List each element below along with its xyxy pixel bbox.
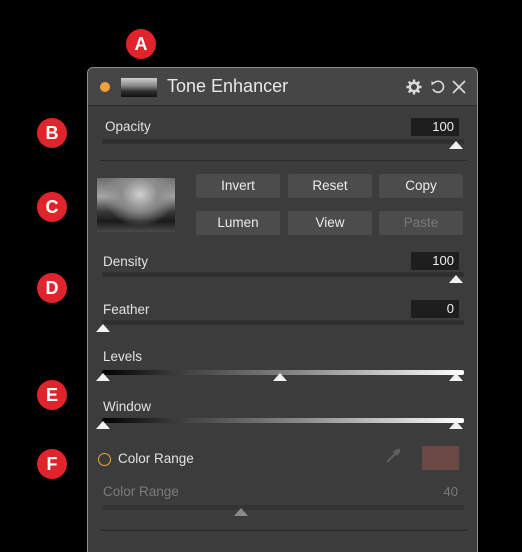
density-label: Density (103, 254, 149, 269)
gear-icon[interactable] (406, 79, 422, 95)
opacity-label: Opacity (105, 119, 151, 134)
levels-midtone-handle[interactable] (273, 373, 287, 381)
divider (100, 530, 467, 531)
callout-marker-f: F (37, 449, 67, 479)
levels-black-handle[interactable] (96, 373, 110, 381)
window-label: Window (103, 399, 152, 414)
density-slider-track[interactable] (102, 272, 464, 277)
color-range-slider-label: Color Range (103, 484, 179, 499)
callout-marker-b: B (37, 118, 67, 148)
tone-enhancer-panel: Tone Enhancer Opacity 100 Invert Reset C… (87, 67, 478, 552)
density-value-field[interactable]: 100 (411, 252, 459, 270)
callout-marker-a: A (126, 29, 156, 59)
color-range-slider-handle[interactable] (234, 508, 248, 516)
feather-value-field[interactable]: 0 (411, 300, 459, 318)
mask-thumbnail[interactable] (97, 178, 175, 232)
panel-title: Tone Enhancer (167, 76, 289, 96)
window-low-handle[interactable] (96, 421, 110, 429)
reset-button[interactable]: Reset (288, 174, 372, 198)
callout-marker-c: C (37, 192, 67, 222)
close-icon[interactable] (452, 80, 466, 94)
layer-thumbnail (121, 78, 157, 97)
view-button[interactable]: View (288, 211, 372, 235)
feather-slider-track[interactable] (102, 320, 464, 325)
levels-white-handle[interactable] (449, 373, 463, 381)
opacity-value-field[interactable]: 100 (411, 118, 459, 136)
color-range-slider-track[interactable] (102, 505, 464, 510)
color-range-toggle-label[interactable]: Color Range (118, 451, 194, 466)
copy-button[interactable]: Copy (379, 174, 463, 198)
opacity-slider-handle[interactable] (449, 141, 463, 149)
color-range-swatch[interactable] (422, 446, 459, 470)
paste-button[interactable]: Paste (379, 211, 463, 235)
status-dot-icon[interactable] (100, 82, 110, 92)
lumen-button[interactable]: Lumen (196, 211, 280, 235)
color-range-value[interactable]: 40 (418, 484, 458, 499)
color-range-toggle-icon[interactable] (98, 453, 111, 466)
invert-button[interactable]: Invert (196, 174, 280, 198)
window-slider-track[interactable] (102, 418, 464, 423)
divider (100, 160, 467, 161)
window-high-handle[interactable] (449, 421, 463, 429)
callout-marker-e: E (37, 380, 67, 410)
opacity-slider-track[interactable] (102, 139, 464, 144)
density-slider-handle[interactable] (449, 275, 463, 283)
panel-titlebar[interactable]: Tone Enhancer (88, 68, 477, 106)
eyedropper-icon[interactable] (384, 447, 402, 465)
feather-label: Feather (103, 302, 150, 317)
callout-marker-d: D (37, 273, 67, 303)
levels-label: Levels (103, 349, 143, 364)
undo-icon[interactable] (430, 79, 446, 95)
feather-slider-handle[interactable] (96, 324, 110, 332)
